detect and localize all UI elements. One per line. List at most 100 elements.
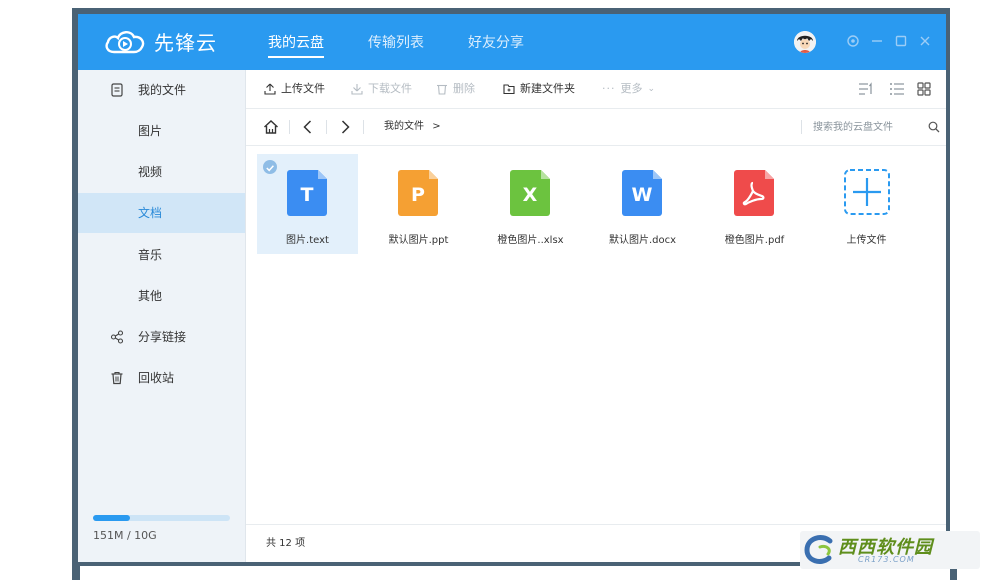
download-icon xyxy=(351,84,363,95)
search-box xyxy=(801,117,941,137)
storage-quota-text: 151M / 10G xyxy=(93,529,157,542)
pdf-file-icon xyxy=(734,170,774,216)
new-folder-button-label: 新建文件夹 xyxy=(520,82,575,95)
file-name: 默认图片.docx xyxy=(608,235,677,246)
forward-icon[interactable] xyxy=(336,118,354,136)
trash-icon xyxy=(111,371,123,385)
sidebar-item-label: 我的文件 xyxy=(138,83,187,97)
sidebar-item-label: 图片 xyxy=(138,124,163,138)
tab-my-cloud[interactable]: 我的云盘 xyxy=(268,14,324,70)
delete-button-label: 删除 xyxy=(453,82,475,95)
more-button[interactable]: ··· 更多 ⌄ xyxy=(602,70,655,108)
new-folder-button[interactable]: 新建文件夹 xyxy=(503,70,575,108)
svg-text:X: X xyxy=(523,184,538,206)
settings-icon[interactable] xyxy=(846,34,860,48)
frame-right-strip xyxy=(950,8,958,566)
word-file-icon: W xyxy=(622,170,662,216)
title-bar: 先锋云 我的云盘 传输列表 好友分享 xyxy=(78,14,946,70)
file-item[interactable]: X 橙色图片..xlsx xyxy=(480,154,581,254)
sidebar-item-share-links[interactable]: 分享链接 xyxy=(78,317,245,357)
search-input[interactable] xyxy=(813,117,913,137)
document-icon xyxy=(111,83,123,97)
avatar[interactable] xyxy=(794,31,816,53)
tab-transfer-list[interactable]: 传输列表 xyxy=(368,14,424,70)
address-bar: 我的文件 > xyxy=(246,109,946,146)
file-item[interactable]: W 默认图片.docx xyxy=(592,154,693,254)
grid-view-icon[interactable] xyxy=(916,82,932,96)
file-name: 上传文件 xyxy=(846,235,887,246)
text-file-icon: T xyxy=(287,170,327,216)
sidebar-item-label: 分享链接 xyxy=(138,330,187,344)
file-name: 橙色图片.pdf xyxy=(724,235,785,246)
divider xyxy=(289,120,290,134)
sidebar-item-music[interactable]: 音乐 xyxy=(78,235,245,275)
window-controls xyxy=(846,34,932,48)
new-folder-icon xyxy=(503,84,515,95)
app-window: 先锋云 我的云盘 传输列表 好友分享 我的文件 图片 视频 文档 音乐 其他 分… xyxy=(78,14,946,562)
file-item[interactable]: P 默认图片.ppt xyxy=(368,154,469,254)
excel-file-icon: X xyxy=(510,170,550,216)
upload-icon xyxy=(264,83,276,95)
close-icon[interactable] xyxy=(918,34,932,48)
sidebar-item-other[interactable]: 其他 xyxy=(78,276,245,316)
share-icon xyxy=(110,330,124,344)
file-name: 橙色图片..xlsx xyxy=(497,235,564,246)
sidebar-item-label: 其他 xyxy=(138,289,163,303)
upload-button-label: 上传文件 xyxy=(281,82,325,95)
file-item[interactable]: 橙色图片.pdf xyxy=(704,154,805,254)
sidebar-item-recycle-bin[interactable]: 回收站 xyxy=(78,358,245,398)
app-logo: 先锋云 xyxy=(104,26,217,56)
back-icon[interactable] xyxy=(299,118,317,136)
sidebar-item-label: 视频 xyxy=(138,165,163,179)
sidebar-item-my-files[interactable]: 我的文件 xyxy=(78,70,245,110)
file-name: 默认图片.ppt xyxy=(388,235,449,246)
more-button-label: 更多 xyxy=(620,82,643,95)
more-dots-icon: ··· xyxy=(602,82,616,95)
app-name: 先锋云 xyxy=(154,30,217,55)
page-right-margin xyxy=(957,0,1000,580)
sidebar-item-images[interactable]: 图片 xyxy=(78,111,245,151)
breadcrumb[interactable]: 我的文件 > xyxy=(384,109,441,145)
svg-text:W: W xyxy=(632,184,653,206)
sidebar-item-label: 音乐 xyxy=(138,248,163,262)
tab-friend-share[interactable]: 好友分享 xyxy=(468,14,524,70)
breadcrumb-item: 我的文件 xyxy=(384,121,424,132)
file-name: 图片.text xyxy=(286,235,329,246)
divider xyxy=(363,120,364,134)
upload-file-tile[interactable]: 上传文件 xyxy=(816,154,917,254)
svg-text:P: P xyxy=(411,184,425,206)
download-button[interactable]: 下载文件 xyxy=(351,70,412,108)
storage-quota-fill xyxy=(93,515,130,521)
svg-text:T: T xyxy=(301,184,314,206)
storage-quota-bar xyxy=(93,515,230,521)
chevron-down-icon: ⌄ xyxy=(647,84,656,94)
list-view-icon[interactable] xyxy=(889,82,905,96)
main-nav: 我的云盘 传输列表 好友分享 xyxy=(268,14,568,70)
sidebar-item-label: 文档 xyxy=(138,206,163,220)
chevron-right-icon: > xyxy=(432,121,441,132)
watermark-swirl-icon xyxy=(804,535,833,564)
file-toolbar: 上传文件 下载文件 删除 新建文件夹 ··· 更多 ⌄ xyxy=(246,70,946,109)
sidebar-item-videos[interactable]: 视频 xyxy=(78,152,245,192)
delete-button[interactable]: 删除 xyxy=(436,70,475,108)
trash-icon xyxy=(437,84,447,95)
watermark-subtext: CR173.COM xyxy=(858,555,915,564)
selected-check-icon[interactable] xyxy=(263,160,277,174)
search-icon[interactable] xyxy=(928,121,940,133)
divider xyxy=(326,120,327,134)
upload-button[interactable]: 上传文件 xyxy=(264,70,325,108)
sidebar-item-label: 回收站 xyxy=(138,371,175,385)
file-item[interactable]: T 图片.text xyxy=(257,154,358,254)
minimize-icon[interactable] xyxy=(870,34,884,48)
ppt-file-icon: P xyxy=(398,170,438,216)
sort-icon[interactable] xyxy=(858,82,874,96)
sidebar-item-documents[interactable]: 文档 xyxy=(78,193,245,233)
watermark-logo: 西西软件园 CR173.COM xyxy=(800,531,980,569)
sidebar: 我的文件 图片 视频 文档 音乐 其他 分享链接 回收站 151M / 10G xyxy=(78,70,246,562)
add-upload-icon xyxy=(844,169,890,215)
maximize-icon[interactable] xyxy=(894,34,908,48)
download-button-label: 下载文件 xyxy=(368,82,412,95)
cloud-play-icon xyxy=(105,31,145,54)
home-icon[interactable] xyxy=(262,118,280,136)
item-count: 共 12 项 xyxy=(266,538,306,549)
